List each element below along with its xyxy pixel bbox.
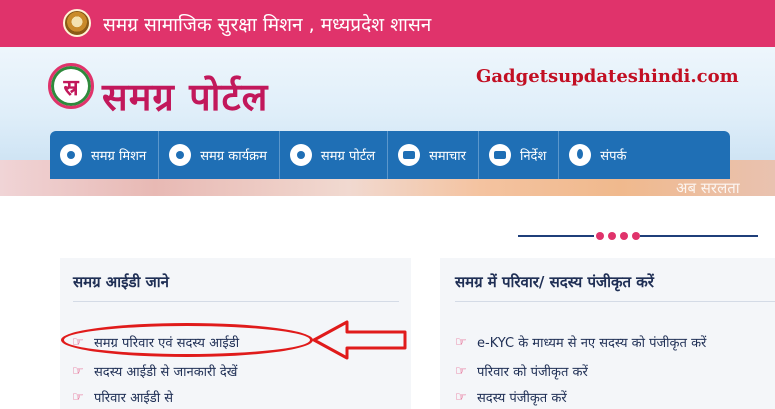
- link-label: सदस्य आईडी से जानकारी देखें: [94, 365, 238, 380]
- link-family-id[interactable]: ☞ परिवार आईडी से: [72, 388, 174, 407]
- pointing-hand-icon: ☞: [72, 363, 84, 379]
- panel-divider: [73, 301, 399, 302]
- divider-dots: [594, 232, 640, 240]
- panel-divider: [455, 301, 775, 302]
- nav-item-label: समग्र मिशन: [91, 149, 147, 164]
- link-label: e-KYC के माध्यम से नए सदस्य को पंजीकृत क…: [477, 336, 707, 351]
- nav-item-label: समाचार: [429, 149, 466, 164]
- link-label: सदस्य पंजीकृत करें: [477, 391, 567, 406]
- link-register-member[interactable]: ☞ सदस्य पंजीकृत करें: [455, 388, 567, 407]
- link-ekyc-register[interactable]: ☞ e-KYC के माध्यम से नए सदस्य को पंजीकृत…: [455, 333, 707, 352]
- panel-title: समग्र आईडी जाने: [73, 273, 169, 291]
- pointing-hand-icon: ☞: [455, 363, 467, 379]
- mp-government-emblem-icon: [63, 9, 91, 37]
- nav-item-samagra-programs[interactable]: समग्र कार्यक्रम: [159, 131, 280, 179]
- circle-icon: [289, 144, 312, 166]
- list-icon: [488, 144, 511, 166]
- nav-item-label: समग्र कार्यक्रम: [200, 149, 267, 164]
- nav-item-instructions[interactable]: निर्देश: [479, 131, 560, 179]
- panel-title: समग्र में परिवार/ सदस्य पंजीकृत करें: [455, 273, 654, 291]
- link-label: परिवार को पंजीकृत करें: [477, 365, 588, 380]
- main-navigation: समग्र मिशन समग्र कार्यक्रम समग्र पोर्टल …: [50, 131, 730, 179]
- banner-caption: अब सरलता: [676, 179, 740, 197]
- circle-icon: [60, 144, 82, 166]
- circle-icon: [169, 144, 192, 166]
- link-member-id-info[interactable]: ☞ सदस्य आईडी से जानकारी देखें: [72, 362, 238, 381]
- watermark-text: Gadgetsupdateshindi.com: [476, 66, 739, 87]
- pointer-arrow-icon: [312, 320, 407, 360]
- location-pin-icon: [569, 144, 592, 166]
- nav-item-label: निर्देश: [519, 149, 547, 164]
- nav-item-samagra-portal[interactable]: समग्र पोर्टल: [280, 131, 389, 179]
- mission-title: समग्र सामाजिक सुरक्षा मिशन , मध्यप्रदेश …: [103, 14, 432, 36]
- nav-item-news[interactable]: समाचार: [388, 131, 479, 179]
- nav-item-label: संपर्क: [600, 149, 627, 164]
- divider-dot: [596, 232, 604, 240]
- pointing-hand-icon: ☞: [455, 389, 467, 405]
- samagra-logo-icon[interactable]: स्र: [48, 63, 94, 109]
- top-header-bar: समग्र सामाजिक सुरक्षा मिशन , मध्यप्रदेश …: [0, 0, 775, 47]
- pointing-hand-icon: ☞: [455, 334, 467, 350]
- news-icon: [398, 144, 421, 166]
- link-register-family[interactable]: ☞ परिवार को पंजीकृत करें: [455, 362, 588, 381]
- highlight-circle: [61, 323, 313, 357]
- nav-item-label: समग्र पोर्टल: [320, 149, 376, 164]
- pointing-hand-icon: ☞: [72, 389, 84, 405]
- divider-dot: [620, 232, 628, 240]
- link-label: परिवार आईडी से: [94, 391, 174, 406]
- nav-item-samagra-mission[interactable]: समग्र मिशन: [50, 131, 160, 179]
- divider-dot: [608, 232, 616, 240]
- nav-item-contact[interactable]: संपर्क: [559, 131, 638, 179]
- divider-dot: [632, 232, 640, 240]
- portal-logo-text[interactable]: समग्र पोर्टल: [102, 70, 268, 122]
